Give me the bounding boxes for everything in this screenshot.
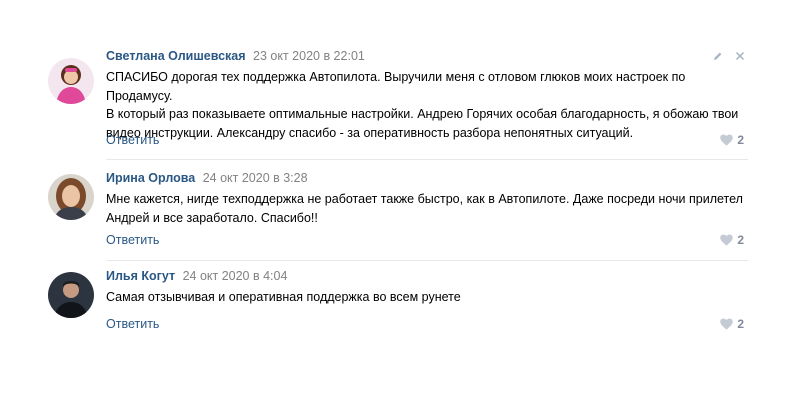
heart-icon [720, 134, 734, 146]
comment-date[interactable]: 24 окт 2020 в 4:04 [183, 269, 288, 283]
avatar-man-dark-icon [48, 272, 94, 318]
comment-text-line: СПАСИБО дорогая тех поддержка Автопилота… [106, 70, 686, 103]
comment-body: Илья Когут 24 окт 2020 в 4:04 Самая отзы… [106, 268, 748, 332]
comment-text: Мне кажется, нигде техподдержка не работ… [106, 190, 746, 227]
reply-button[interactable]: Ответить [106, 316, 159, 332]
author-name[interactable]: Илья Когут [106, 269, 175, 283]
reply-button[interactable]: Ответить [106, 232, 159, 248]
like-count: 2 [737, 233, 744, 247]
author-name[interactable]: Ирина Орлова [106, 171, 195, 185]
comment-text-line: Мне кажется, нигде техподдержка не работ… [106, 192, 743, 206]
comment-item: Ирина Орлова 24 окт 2020 в 3:28 Мне каже… [48, 170, 748, 260]
avatar[interactable] [48, 58, 94, 104]
avatar-woman-brown-hair-icon [48, 174, 94, 220]
comments-list: Светлана Олишевская 23 окт 2020 в 22:01 … [0, 0, 800, 400]
like-button[interactable]: 2 [720, 316, 744, 332]
comment-actions [702, 50, 746, 62]
heart-icon [720, 234, 734, 246]
author-name[interactable]: Светлана Олишевская [106, 49, 246, 63]
comment-body: Светлана Олишевская 23 окт 2020 в 22:01 … [106, 48, 748, 160]
comment-header: Светлана Олишевская 23 окт 2020 в 22:01 [106, 48, 365, 64]
like-count: 2 [737, 317, 744, 331]
heart-icon [720, 318, 734, 330]
like-button[interactable]: 2 [720, 132, 744, 148]
comment-item: Илья Когут 24 окт 2020 в 4:04 Самая отзы… [48, 268, 748, 332]
avatar[interactable] [48, 174, 94, 220]
reply-button[interactable]: Ответить [106, 132, 159, 148]
comment-header: Илья Когут 24 окт 2020 в 4:04 [106, 268, 287, 284]
comment-text: Самая отзывчивая и оперативная поддержка… [106, 288, 746, 307]
comment-text-line: Андрей и все заработало. Спасибо!! [106, 210, 318, 225]
comment-text: СПАСИБО дорогая тех поддержка Автопилота… [106, 68, 746, 142]
like-button[interactable]: 2 [720, 232, 744, 248]
comment-text-line: В который раз показываете оптимальные на… [106, 107, 739, 121]
avatar[interactable] [48, 272, 94, 318]
comment-divider [106, 159, 748, 160]
avatar-woman-pink-icon [48, 58, 94, 104]
close-icon[interactable] [734, 50, 746, 62]
comment-text-line: Самая отзывчивая и оперативная поддержка… [106, 290, 461, 304]
comment-item: Светлана Олишевская 23 окт 2020 в 22:01 … [48, 48, 748, 160]
comment-header: Ирина Орлова 24 окт 2020 в 3:28 [106, 170, 308, 186]
pencil-icon[interactable] [712, 50, 724, 62]
comment-date[interactable]: 24 окт 2020 в 3:28 [203, 171, 308, 185]
comment-body: Ирина Орлова 24 окт 2020 в 3:28 Мне каже… [106, 170, 748, 260]
comment-text-line: видео инструкции. Александру спасибо - з… [106, 125, 634, 140]
like-count: 2 [737, 133, 744, 147]
comment-date[interactable]: 23 окт 2020 в 22:01 [253, 49, 365, 63]
comment-divider [106, 260, 748, 261]
